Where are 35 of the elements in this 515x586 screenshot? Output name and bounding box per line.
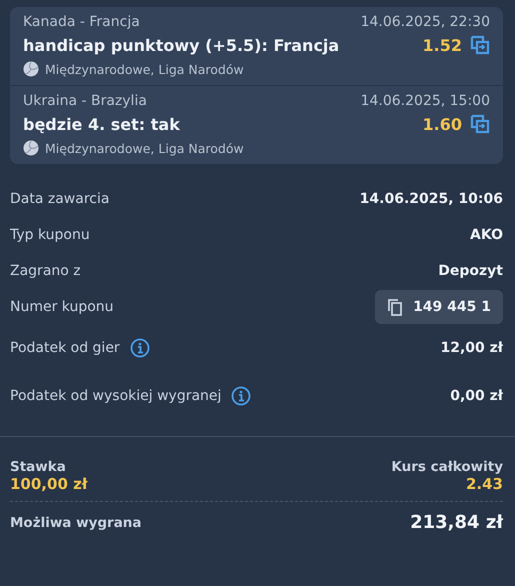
detail-value: 12,00 zł [440, 340, 503, 356]
detail-label: Podatek od gier [10, 340, 120, 356]
stake-label: Stawka [10, 459, 67, 475]
coupon-number-button[interactable]: 149 445 1 [375, 290, 503, 324]
bet-selection: będzie 4. set: tak [23, 114, 180, 134]
volleyball-icon [23, 61, 39, 77]
total-odds-label: Kurs całkowity [391, 459, 503, 475]
copy-icon [387, 298, 404, 316]
league-name: Międzynarodowe, Liga Narodów [45, 140, 244, 156]
detail-label: Zagrano z [10, 263, 81, 279]
detail-value: 14.06.2025, 10:06 [360, 191, 503, 207]
copy-bet-icon[interactable] [470, 35, 490, 55]
odds: 1.60 [422, 114, 462, 134]
odds: 1.52 [422, 36, 462, 54]
total-odds-value: 2.43 [466, 475, 503, 493]
detail-label: Podatek od wysokiej wygranej [10, 388, 222, 404]
detail-label: Numer kuponu [10, 299, 114, 315]
match-teams: Kanada - Francja [23, 14, 140, 30]
detail-label: Data zawarcia [10, 191, 110, 207]
volleyball-icon [23, 140, 39, 156]
copy-bet-icon[interactable] [470, 114, 490, 134]
stake-value: 100,00 zł [10, 475, 88, 493]
detail-value: Depozyt [438, 263, 503, 279]
match-datetime: 14.06.2025, 22:30 [360, 14, 490, 30]
possible-win-label: Możliwa wygrana [10, 514, 142, 530]
detail-value: AKO [470, 227, 503, 243]
possible-win-value: 213,84 zł [410, 512, 503, 533]
match-datetime: 14.06.2025, 15:00 [360, 93, 490, 109]
info-icon[interactable] [231, 386, 252, 406]
league-name: Międzynarodowe, Liga Narodów [45, 62, 244, 76]
detail-value: 0,00 zł [450, 388, 503, 404]
info-icon[interactable] [130, 338, 150, 358]
detail-label: Typ kuponu [10, 227, 90, 243]
bet-selection: handicap punktowy (+5.5): Francja [23, 36, 340, 54]
match-teams: Ukraina - Brazylia [23, 93, 147, 109]
